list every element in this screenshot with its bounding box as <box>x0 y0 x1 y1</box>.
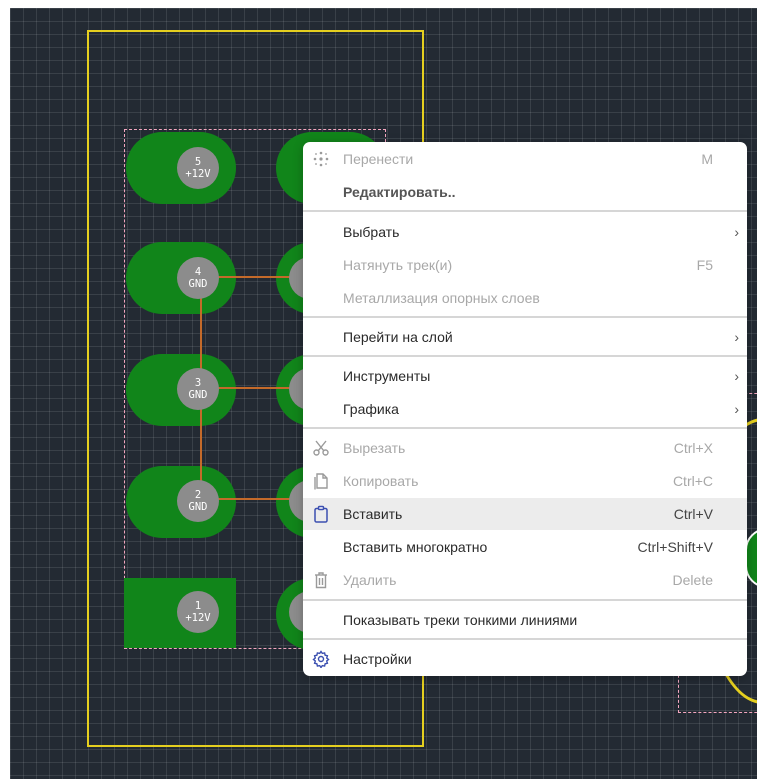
menu-item-cut[interactable]: Вырезать Ctrl+X <box>303 432 747 464</box>
chevron-right-icon: › <box>734 368 739 384</box>
clipboard-icon <box>312 505 330 523</box>
menu-separator <box>303 355 747 357</box>
menu-item-delete[interactable]: Удалить Delete <box>303 564 747 596</box>
menu-item-paste[interactable]: Вставить Ctrl+V <box>303 498 747 530</box>
chevron-right-icon: › <box>734 401 739 417</box>
trash-icon <box>312 571 330 589</box>
copy-icon <box>312 472 330 490</box>
move-icon <box>312 150 330 168</box>
menu-item-stretch-tracks[interactable]: Натянуть трек(и) F5 <box>303 249 747 281</box>
menu-separator <box>303 316 747 318</box>
menu-item-graphics[interactable]: Графика › <box>303 393 747 425</box>
menu-separator <box>303 427 747 429</box>
menu-item-move[interactable]: Перенести M <box>303 143 747 175</box>
pad-3-hole: 3 GND <box>177 368 219 410</box>
context-menu: Перенести M Редактировать.. Выбрать › На… <box>303 142 747 676</box>
menu-item-settings[interactable]: Настройки <box>303 643 747 675</box>
pad-5-hole: 5 +12V <box>177 147 219 189</box>
menu-separator <box>303 638 747 640</box>
menu-item-edit[interactable]: Редактировать.. <box>303 176 747 208</box>
pad-1-hole: 1 +12V <box>177 591 219 633</box>
menu-item-select[interactable]: Выбрать › <box>303 216 747 248</box>
pad-2-hole: 2 GND <box>177 480 219 522</box>
pad-4-hole: 4 GND <box>177 257 219 299</box>
gear-icon <box>312 650 330 669</box>
menu-separator <box>303 210 747 212</box>
menu-item-copy[interactable]: Копировать Ctrl+C <box>303 465 747 497</box>
menu-item-go-to-layer[interactable]: Перейти на слой › <box>303 321 747 353</box>
scissors-icon <box>312 439 330 457</box>
menu-item-paste-multiple[interactable]: Вставить многократно Ctrl+Shift+V <box>303 531 747 563</box>
chevron-right-icon: › <box>734 329 739 345</box>
menu-separator <box>303 599 747 601</box>
menu-item-thin-tracks[interactable]: Показывать треки тонкими линиями <box>303 604 747 636</box>
chevron-right-icon: › <box>734 224 739 240</box>
menu-item-reference-metallization[interactable]: Металлизация опорных слоев <box>303 282 747 314</box>
menu-item-tools[interactable]: Инструменты › <box>303 360 747 392</box>
